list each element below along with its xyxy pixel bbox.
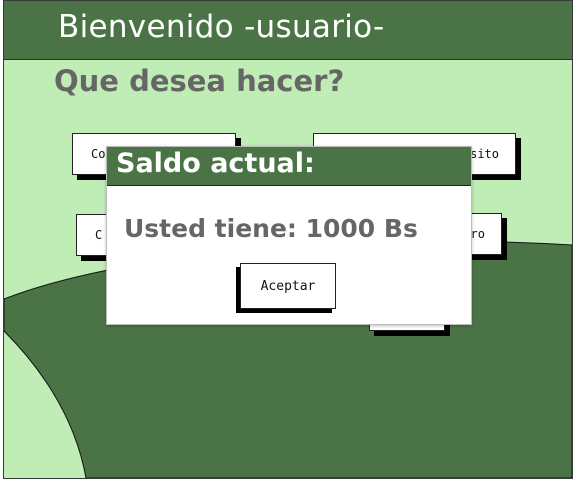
option-label: Co: [91, 147, 106, 161]
header-bar: Bienvenido -usuario-: [4, 1, 572, 60]
welcome-title: Bienvenido -usuario-: [58, 9, 385, 45]
accept-button[interactable]: Aceptar: [240, 263, 336, 309]
option-label: sito: [470, 147, 499, 161]
option-label: ro: [470, 227, 485, 241]
dialog-header: Saldo actual:: [107, 147, 471, 186]
app-window: Bienvenido -usuario- Que desea hacer? Co…: [3, 0, 573, 479]
dialog-title: Saldo actual:: [116, 148, 315, 179]
balance-message: Usted tiene: 1000 Bs: [124, 214, 418, 243]
option-label: C: [95, 228, 103, 242]
balance-dialog: Saldo actual: Usted tiene: 1000 Bs Acept…: [106, 146, 472, 325]
question-heading: Que desea hacer?: [54, 64, 345, 98]
